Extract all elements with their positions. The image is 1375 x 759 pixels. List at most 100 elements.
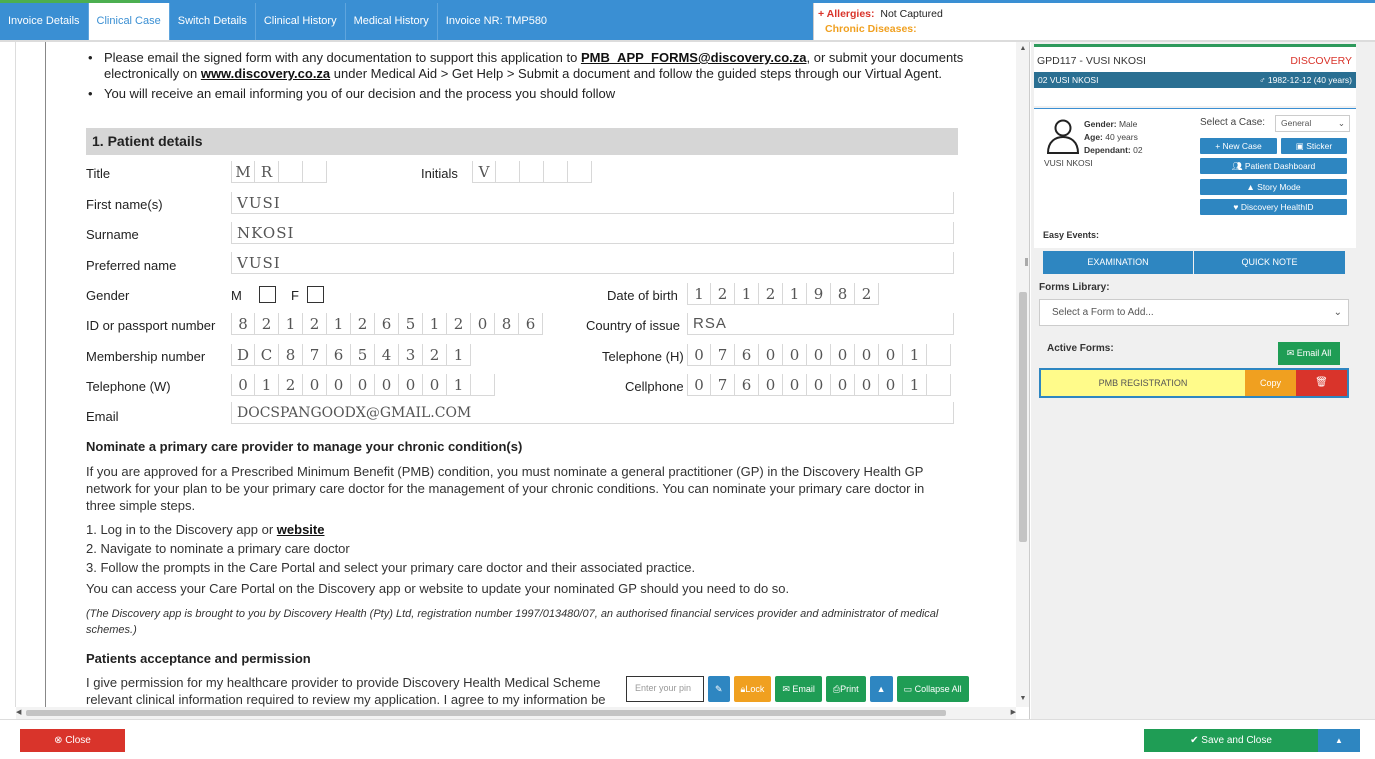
- id-number-field[interactable]: 8 2 1 2 1 2 6 5 1 2 0 8 6: [231, 313, 543, 335]
- examination-button[interactable]: EXAMINATION: [1043, 251, 1193, 274]
- initials-field[interactable]: V: [472, 161, 592, 183]
- collapse-all-button[interactable]: ▭ Collapse All: [896, 676, 969, 702]
- dob-cell: 2: [711, 283, 735, 305]
- active-forms-label: Active Forms:: [1047, 343, 1114, 354]
- print-button[interactable]: ⎙Print: [825, 676, 866, 702]
- step-1: 1. Log in to the Discovery app or websit…: [86, 521, 956, 538]
- quick-note-button[interactable]: QUICK NOTE: [1194, 251, 1345, 274]
- dob-cell: 1: [735, 283, 759, 305]
- membership-cell: C: [255, 344, 279, 366]
- save-options-caret[interactable]: ▲: [1318, 729, 1360, 752]
- alerts-panel: + Allergies: Not Captured Chronic Diseas…: [813, 3, 1375, 40]
- sticker-button[interactable]: ▣ Sticker: [1281, 138, 1347, 154]
- panel-resize-handle[interactable]: [1025, 258, 1028, 266]
- gender-f-checkbox[interactable]: [307, 286, 324, 303]
- tel-w-cell: 0: [351, 374, 375, 396]
- discovery-website-link[interactable]: www.discovery.co.za: [201, 66, 330, 81]
- patient-details: Gender: Male Age: 40 years Dependant: 02: [1084, 118, 1143, 157]
- title-label: Title: [86, 166, 111, 181]
- forms-email-link[interactable]: PMB_APP_FORMS@discovery.co.za: [581, 50, 807, 65]
- forms-library-label: Forms Library:: [1039, 282, 1110, 293]
- cell-cell: [927, 374, 951, 396]
- tab-invoice-details[interactable]: Invoice Details: [0, 3, 89, 40]
- tab-switch-details[interactable]: Switch Details: [170, 3, 256, 40]
- allergies-label: Allergies:: [826, 8, 875, 20]
- check-icon: ✔: [1190, 735, 1202, 746]
- active-form-name[interactable]: PMB REGISTRATION: [1041, 370, 1245, 396]
- patient-bar: 02 VUSI NKOSI ♂ 1982-12-12 (40 years): [1034, 72, 1356, 88]
- scroll-up-icon[interactable]: ▲: [1019, 45, 1027, 52]
- website-link[interactable]: website: [277, 522, 325, 537]
- lock-button[interactable]: 🔒︎Lock: [733, 676, 772, 702]
- close-icon: ⊗: [54, 735, 66, 746]
- delete-form-button[interactable]: 🗑︎: [1296, 370, 1347, 396]
- first-name-field[interactable]: VUSI: [231, 192, 954, 214]
- email-field[interactable]: DOCSPANGOODX@GMAIL.COM: [231, 402, 954, 424]
- membership-cell: 8: [279, 344, 303, 366]
- membership-field[interactable]: D C 8 7 6 5 4 3 2 1: [231, 344, 471, 366]
- scroll-thumb[interactable]: [1019, 292, 1027, 542]
- patient-card: GPD117 - VUSI NKOSI DISCOVERY 02 VUSI NK…: [1034, 44, 1356, 106]
- tel-w-cell: 0: [303, 374, 327, 396]
- close-button[interactable]: ⊗ Close: [20, 729, 125, 752]
- title-cell: R: [255, 161, 279, 183]
- surname-field[interactable]: NKOSI: [231, 222, 954, 244]
- scroll-thumb[interactable]: [26, 710, 946, 716]
- print-options-caret[interactable]: ▲: [869, 676, 893, 702]
- document-vertical-scrollbar[interactable]: ▲ ▼: [1016, 42, 1029, 707]
- document-horizontal-scrollbar[interactable]: ◀ ▶: [16, 707, 1016, 719]
- cellphone-label: Cellphone: [625, 379, 684, 394]
- case-select[interactable]: General ⌄: [1275, 115, 1350, 132]
- gender-m-checkbox[interactable]: [259, 286, 276, 303]
- country-field[interactable]: RSA: [687, 313, 954, 335]
- tel-h-cell: 0: [807, 344, 831, 366]
- tel-w-field[interactable]: 0 1 2 0 0 0 0 0 0 1: [231, 374, 495, 396]
- dob-text: 1982-12-12 (40 years): [1267, 75, 1352, 85]
- acceptance-heading: Patients acceptance and permission: [86, 651, 311, 666]
- list-item: You will receive an email informing you …: [86, 86, 976, 102]
- cell-cell: 0: [783, 374, 807, 396]
- email-button[interactable]: ✉ Email: [775, 676, 822, 702]
- cellphone-field[interactable]: 0 7 6 0 0 0 0 0 0 1: [687, 374, 951, 396]
- left-gutter: [0, 42, 16, 707]
- tel-w-cell: 0: [375, 374, 399, 396]
- country-label: Country of issue: [586, 318, 680, 333]
- scroll-left-icon[interactable]: ◀: [16, 707, 21, 719]
- lock-label: Lock: [745, 684, 765, 694]
- new-case-button[interactable]: + New Case: [1200, 138, 1277, 154]
- patient-dashboard-button[interactable]: 👥︎ Patient Dashboard: [1200, 158, 1347, 174]
- tel-w-label: Telephone (W): [86, 379, 171, 394]
- tel-h-cell: 0: [783, 344, 807, 366]
- tel-h-cell: 1: [903, 344, 927, 366]
- pmb-form-document[interactable]: Please email the signed form with any do…: [45, 42, 1020, 707]
- tab-clinical-history[interactable]: Clinical History: [256, 3, 346, 40]
- step-text: 1. Log in to the Discovery app or: [86, 522, 277, 537]
- gender-f-label: F: [291, 288, 299, 303]
- patient-bar-name: 02 VUSI NKOSI: [1038, 75, 1099, 85]
- membership-cell: 2: [423, 344, 447, 366]
- preferred-name-field[interactable]: VUSI: [231, 252, 954, 274]
- email-label: Email: [792, 684, 815, 694]
- copy-form-button[interactable]: Copy: [1245, 370, 1296, 396]
- collapse-label: Collapse All: [914, 684, 962, 694]
- discovery-healthid-button[interactable]: ♥ Discovery HealthID: [1200, 199, 1347, 215]
- scroll-right-icon[interactable]: ▶: [1011, 707, 1016, 719]
- scroll-down-icon[interactable]: ▼: [1019, 695, 1027, 702]
- forms-library-select[interactable]: Select a Form to Add... ⌄: [1039, 299, 1349, 326]
- tab-medical-history[interactable]: Medical History: [346, 3, 438, 40]
- save-and-close-button[interactable]: ✔ Save and Close: [1144, 729, 1318, 752]
- chevron-down-icon: ⌄: [1333, 307, 1342, 318]
- edit-button[interactable]: ✎: [708, 676, 730, 702]
- dob-field[interactable]: 1 2 1 2 1 9 8 2: [687, 283, 879, 305]
- tab-clinical-case[interactable]: Clinical Case: [88, 3, 170, 40]
- pin-input[interactable]: Enter your pin: [626, 676, 704, 702]
- envelope-icon: ✉: [782, 684, 793, 694]
- tel-h-field[interactable]: 0 7 6 0 0 0 0 0 0 1: [687, 344, 951, 366]
- cell-cell: 0: [879, 374, 903, 396]
- story-mode-button[interactable]: ▲ Story Mode: [1200, 179, 1347, 195]
- email-all-button[interactable]: ✉ Email All: [1278, 342, 1340, 365]
- cell-cell: 7: [711, 374, 735, 396]
- title-field[interactable]: M R: [231, 161, 327, 183]
- membership-cell: 7: [303, 344, 327, 366]
- id-cell: 2: [303, 313, 327, 335]
